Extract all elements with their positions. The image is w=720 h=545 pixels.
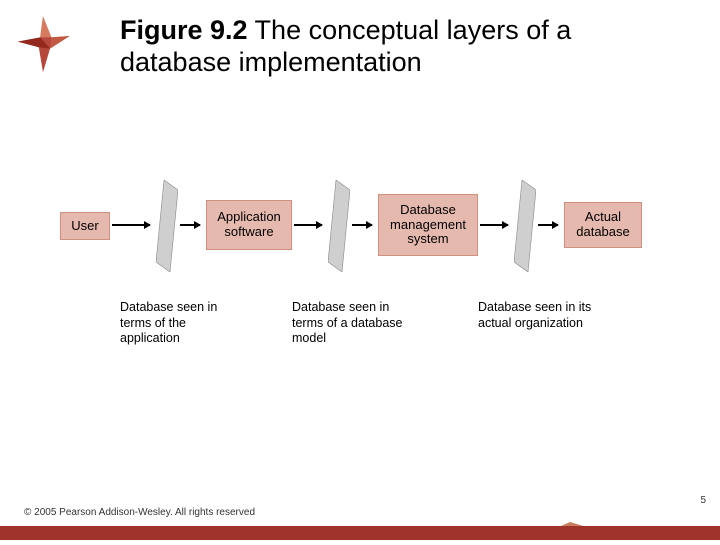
layer-divider <box>328 180 350 272</box>
caption-actual-view: Database seen in its actual organization <box>478 300 598 331</box>
layer-row: User Application software Database manag… <box>60 190 680 280</box>
layer-label: Actual database <box>571 210 635 240</box>
layer-label: Database management system <box>385 203 471 248</box>
copyright-text: © 2005 Pearson Addison-Wesley. All right… <box>24 507 255 518</box>
caption-application-view: Database seen in terms of the applicatio… <box>120 300 240 347</box>
layer-box-actual-database: Actual database <box>564 202 642 248</box>
caption-model-view: Database seen in terms of a database mod… <box>292 300 412 347</box>
arrow <box>180 224 200 226</box>
layer-divider <box>514 180 536 272</box>
footer-bar <box>0 526 720 540</box>
layer-label: User <box>71 219 98 234</box>
layer-box-dbms: Database management system <box>378 194 478 256</box>
layer-divider <box>156 180 178 272</box>
arrow <box>112 224 150 226</box>
layer-label: Application software <box>213 210 285 240</box>
slide-title: Figure 9.2 The conceptual layers of a da… <box>120 14 680 79</box>
layer-box-application-software: Application software <box>206 200 292 250</box>
layers-diagram: User Application software Database manag… <box>60 190 680 390</box>
arrow <box>352 224 372 226</box>
figure-number: Figure 9.2 <box>120 15 248 45</box>
origami-crane-logo <box>8 8 78 78</box>
layer-box-user: User <box>60 212 110 240</box>
arrow <box>538 224 558 226</box>
arrow <box>480 224 508 226</box>
page-number: 5 <box>700 495 706 506</box>
arrow <box>294 224 322 226</box>
